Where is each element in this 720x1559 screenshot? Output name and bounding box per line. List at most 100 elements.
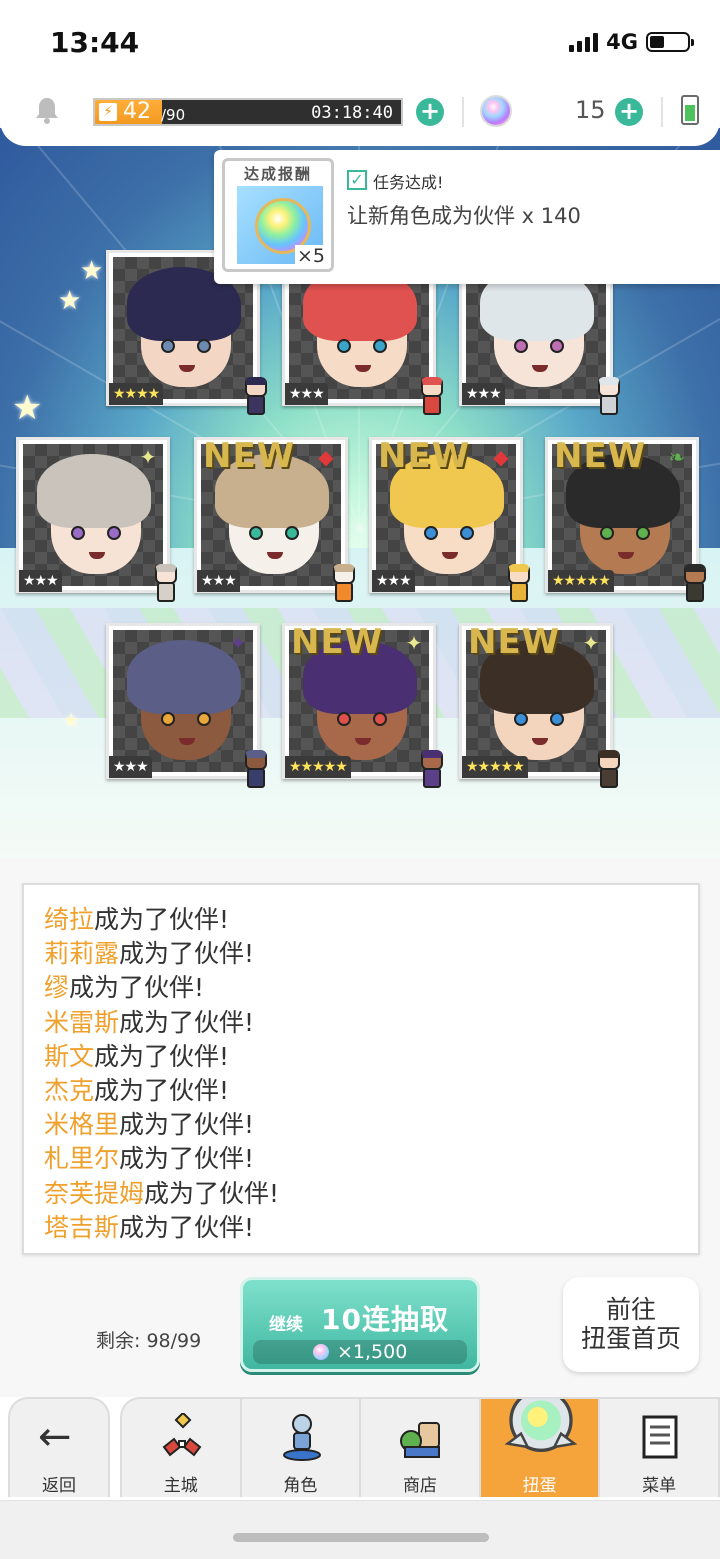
pull-continue-label: 继续 [269, 1315, 303, 1335]
remaining-count: 剩余: 98/99 [96, 1330, 202, 1352]
character-card[interactable]: ★★★ NEW ◆ [194, 436, 355, 602]
wind-element-icon: ❧ [668, 445, 686, 469]
sparkle-icon: ★ [58, 286, 82, 316]
add-stamina-button[interactable]: + [416, 98, 444, 126]
lightning-icon: ⚡ [99, 103, 117, 121]
gem-icon [480, 95, 512, 127]
tab-label: 角色 [283, 1476, 318, 1496]
chibi-sprite [241, 750, 271, 790]
pull-10-label: 10连抽取 [321, 1303, 449, 1336]
new-badge: NEW [203, 436, 296, 476]
pull-cost-value: ×1,500 [337, 1341, 408, 1363]
tab-label: 商店 [402, 1476, 437, 1496]
gem-count: 15 [575, 96, 606, 124]
portrait-eye [71, 526, 85, 540]
pull-10-button[interactable]: 继续 10连抽取 ×1,500 [240, 1277, 480, 1372]
character-card[interactable]: ★★★ ✦ [16, 437, 177, 602]
portrait-eye [161, 712, 175, 726]
chibi-sprite [504, 564, 534, 604]
portrait-eye [337, 339, 351, 353]
tab-label: 主城 [163, 1476, 198, 1496]
mission-status: 任务达成! [373, 173, 444, 192]
result-line: 斯文成为了伙伴! [44, 1040, 279, 1074]
stamina-max: /90 [161, 106, 186, 124]
home-indicator[interactable] [233, 1533, 489, 1542]
portrait-eye [285, 526, 299, 540]
character-name: 莉莉露 [44, 939, 120, 969]
back-arrow-icon: ← [38, 1414, 72, 1460]
nav-tabs: 主城 角色 商店 扭蛋 菜单 [120, 1397, 720, 1497]
star-rating: ★★★ [372, 570, 415, 592]
character-name: 绮拉 [44, 905, 95, 934]
add-gems-button[interactable]: + [615, 98, 643, 126]
tab-shop[interactable]: 商店 [359, 1399, 479, 1497]
character-name: 塔吉斯 [44, 1212, 120, 1242]
back-button[interactable]: ← 返回 [8, 1397, 110, 1497]
portrait-eye [373, 712, 387, 726]
result-text: 成为了伙伴! [119, 939, 255, 969]
stamina-timer: 03:18:40 [311, 103, 393, 123]
star-rating: ★★★ [197, 570, 240, 592]
character-name: 奈芙提姆 [44, 1178, 145, 1208]
result-line: 米雷斯成为了伙伴! [44, 1006, 279, 1040]
result-line: 绮拉成为了伙伴! [44, 903, 279, 937]
status-bar: 13:44 4G [0, 0, 720, 78]
sparkle-icon: ★ [62, 708, 80, 732]
result-line: 缪成为了伙伴! [44, 971, 279, 1005]
star-rating: ★★★ [285, 383, 328, 405]
character-card[interactable]: ★★★★★ NEW ✦ [459, 622, 620, 788]
tab-main-city[interactable]: 主城 [122, 1399, 240, 1497]
new-badge: NEW [291, 622, 384, 662]
battery-icon [646, 32, 694, 52]
chibi-sprite [680, 564, 710, 604]
character-card[interactable]: ★★★★★ NEW ✦ [282, 622, 443, 788]
result-line: 奈芙提姆成为了伙伴! [44, 1177, 279, 1211]
portrait-eye [550, 712, 564, 726]
character-name: 米格里 [44, 1110, 120, 1140]
result-text: 成为了伙伴! [119, 1144, 255, 1174]
portrait-eye [424, 526, 438, 540]
portrait-hair [37, 454, 151, 528]
back-label: 返回 [42, 1476, 76, 1496]
result-line: 杰克成为了伙伴! [44, 1074, 279, 1108]
light-element-icon: ✦ [405, 631, 423, 655]
bell-icon[interactable] [34, 96, 60, 124]
character-name: 斯文 [44, 1041, 95, 1071]
new-badge: NEW [554, 436, 647, 476]
character-card[interactable]: ★★★★★ NEW ❧ [545, 436, 706, 602]
portrait-eye [550, 339, 564, 353]
portrait-eye [514, 712, 528, 726]
tab-gacha[interactable]: 扭蛋 [478, 1399, 599, 1497]
result-text: 成为了伙伴! [94, 1075, 230, 1105]
tab-menu[interactable]: 菜单 [598, 1399, 718, 1497]
device-battery-icon [681, 95, 699, 125]
go-home-line-2: 扭蛋首页 [580, 1324, 681, 1353]
tab-characters[interactable]: 角色 [239, 1399, 360, 1497]
mission-text: 让新角色成为伙伴 x 140 [347, 204, 581, 228]
pull-cost: ×1,500 [253, 1340, 467, 1364]
chibi-sprite [417, 377, 447, 417]
star-rating: ★★★ [19, 570, 62, 592]
star-rating: ★★★★★ [462, 756, 528, 778]
portrait-eye [107, 526, 121, 540]
gem-icon [313, 1344, 329, 1360]
result-text: 成为了伙伴! [94, 905, 230, 934]
portrait-eye [161, 339, 175, 353]
result-text: 成为了伙伴! [94, 1041, 230, 1071]
new-badge: NEW [378, 436, 471, 476]
portrait-eye [197, 712, 211, 726]
character-card[interactable]: ★★★ NEW ◆ [369, 436, 530, 602]
result-line: 札里尔成为了伙伴! [44, 1142, 279, 1176]
go-to-gacha-home-button[interactable]: 前往 扭蛋首页 [563, 1277, 699, 1372]
character-card[interactable]: ★★★ ✦ [106, 623, 267, 788]
stamina-bar: ⚡ 42 /90 03:18:40 [93, 98, 403, 126]
portrait-eye [514, 339, 528, 353]
portrait-hair [127, 640, 241, 714]
result-text: 成为了伙伴! [119, 1110, 255, 1140]
tab-label: 菜单 [642, 1476, 677, 1496]
status-icons: 4G [569, 30, 694, 54]
fire-element-icon: ◆ [318, 445, 334, 469]
light-element-icon: ✦ [139, 445, 157, 469]
light-element-icon: ✦ [582, 631, 600, 655]
star-rating: ★★★★ [109, 383, 164, 405]
